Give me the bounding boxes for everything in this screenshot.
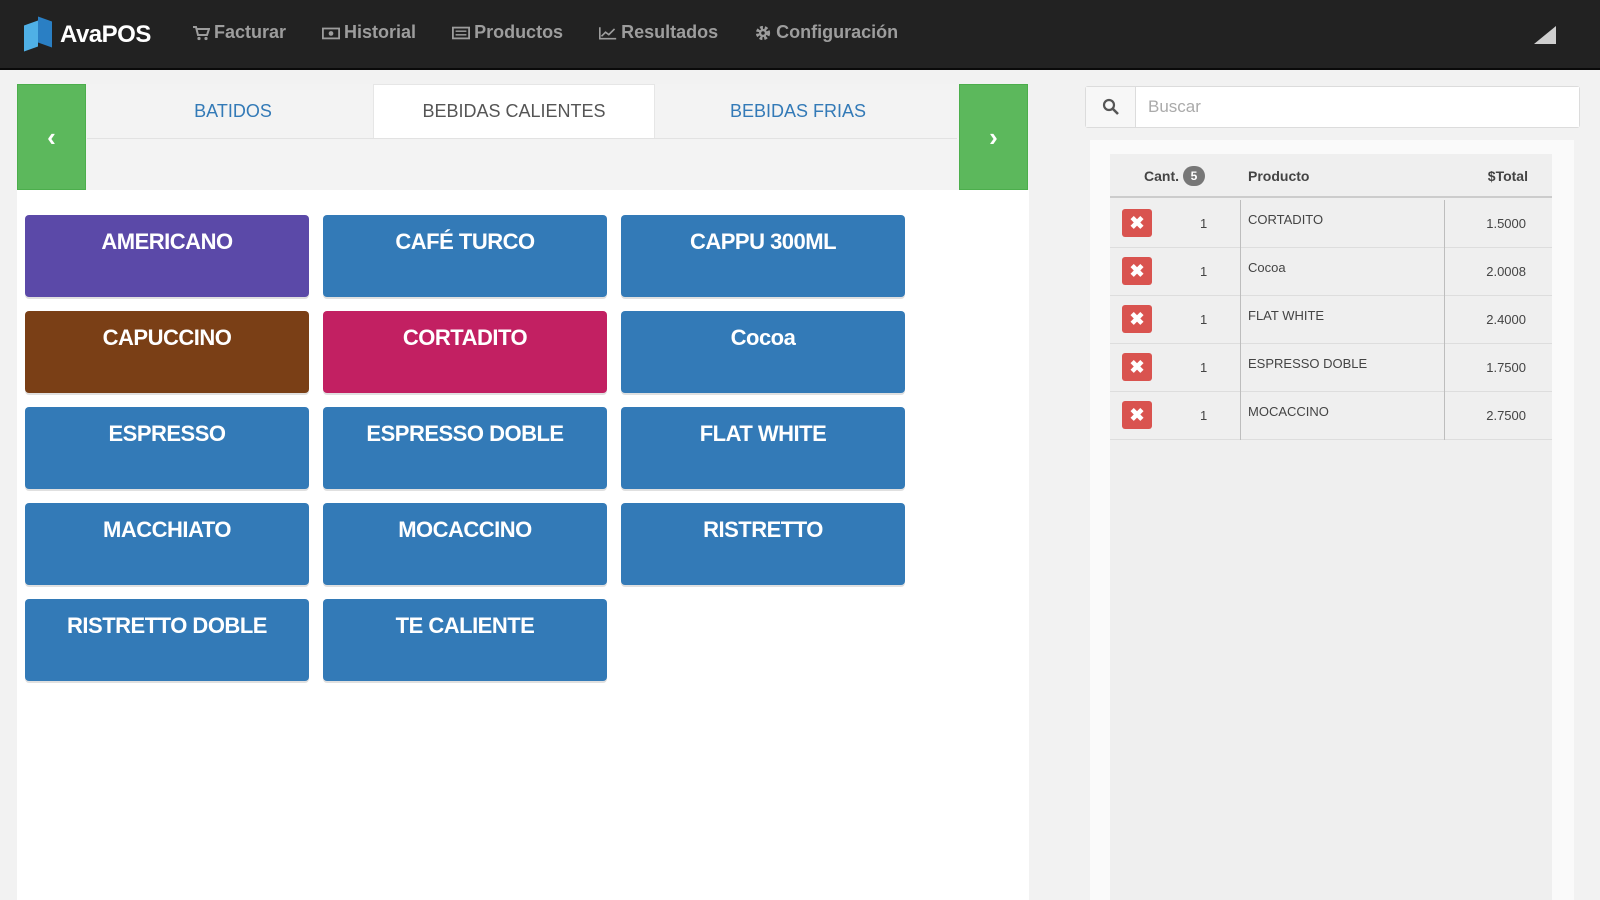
- product-button[interactable]: ESPRESSO DOBLE: [323, 407, 607, 489]
- tabs-divider: [87, 138, 957, 139]
- product-button[interactable]: CAPPU 300ML: [621, 215, 905, 297]
- brand-logo-icon: [24, 16, 54, 52]
- cart-panel: Cant. 5 Producto $Total ✖ 1 CORTADITO 1.500…: [1090, 140, 1574, 900]
- column-divider: [1444, 200, 1445, 248]
- row-total: 1.7500: [1486, 360, 1526, 375]
- product-button[interactable]: AMERICANO: [25, 215, 309, 297]
- row-product: CORTADITO: [1248, 212, 1324, 227]
- row-qty: 1: [1200, 312, 1208, 327]
- product-button[interactable]: RISTRETTO DOBLE: [25, 599, 309, 681]
- money-icon: [322, 27, 341, 39]
- search-box: [1085, 86, 1580, 128]
- cart-row: ✖ 1 MOCACCINO 2.7500: [1110, 392, 1552, 440]
- top-navbar: AvaPOS Facturar Historial Productos Resu…: [0, 0, 1600, 70]
- nav-item-productos[interactable]: Productos: [452, 22, 563, 43]
- cart-row: ✖ 1 FLAT WHITE 2.4000: [1110, 296, 1552, 344]
- close-icon: ✖: [1129, 260, 1145, 281]
- cart-header: Cant. 5 Producto $Total: [1110, 154, 1552, 198]
- next-category-button[interactable]: ›: [959, 84, 1028, 190]
- gear-icon: [755, 25, 771, 40]
- nav-item-historial[interactable]: Historial: [322, 22, 416, 43]
- nav-item-configuracion[interactable]: Configuración: [754, 22, 898, 43]
- product-button[interactable]: CORTADITO: [323, 311, 607, 393]
- product-panel: ‹ BATIDOS BEBIDAS CALIENTES BEBIDAS FRIA…: [17, 84, 1029, 900]
- signal-icon: [1534, 26, 1556, 44]
- column-divider: [1240, 248, 1241, 296]
- nav-item-facturar[interactable]: Facturar: [192, 22, 286, 43]
- cart-row: ✖ 1 Cocoa 2.0008: [1110, 248, 1552, 296]
- product-button[interactable]: RISTRETTO: [621, 503, 905, 585]
- product-button[interactable]: ESPRESSO: [25, 407, 309, 489]
- product-button[interactable]: CAPUCCINO: [25, 311, 309, 393]
- column-divider: [1240, 200, 1241, 248]
- close-icon: ✖: [1129, 308, 1145, 329]
- cart-table: Cant. 5 Producto $Total ✖ 1 CORTADITO 1.500…: [1110, 154, 1552, 900]
- nav-item-label: Productos: [474, 22, 564, 42]
- product-button[interactable]: FLAT WHITE: [621, 407, 905, 489]
- column-divider: [1444, 296, 1445, 344]
- header-total: $Total: [1487, 168, 1528, 184]
- cart-row: ✖ 1 ESPRESSO DOBLE 1.7500: [1110, 344, 1552, 392]
- brand-name: AvaPOS: [60, 21, 151, 48]
- list-icon: [452, 26, 471, 39]
- search-input[interactable]: [1136, 87, 1579, 127]
- column-divider: [1240, 296, 1241, 344]
- row-product: ESPRESSO DOBLE: [1248, 356, 1368, 371]
- row-qty: 1: [1200, 216, 1208, 231]
- nav-item-label: Configuración: [776, 22, 899, 42]
- product-grid: AMERICANO CAFÉ TURCO CAPPU 300ML CAPUCCINO C…: [25, 215, 915, 681]
- nav-menu: Facturar Historial Productos Resultados …: [192, 22, 898, 43]
- search-addon[interactable]: [1086, 87, 1136, 127]
- column-divider: [1240, 344, 1241, 392]
- column-divider: [1444, 392, 1445, 440]
- item-count-badge: 5: [1183, 166, 1205, 186]
- search-icon: [1102, 98, 1119, 115]
- tab-bebidas-frias[interactable]: BEBIDAS FRIAS: [657, 84, 939, 138]
- prev-category-button[interactable]: ‹: [17, 84, 86, 190]
- product-button[interactable]: Cocoa: [621, 311, 905, 393]
- row-product: FLAT WHITE: [1248, 308, 1325, 323]
- tab-bebidas-calientes[interactable]: BEBIDAS CALIENTES: [373, 84, 655, 138]
- product-button[interactable]: MACCHIATO: [25, 503, 309, 585]
- product-button[interactable]: MOCACCINO: [323, 503, 607, 585]
- remove-item-button[interactable]: ✖: [1122, 209, 1152, 237]
- row-qty: 1: [1200, 264, 1208, 279]
- nav-item-label: Resultados: [621, 22, 719, 42]
- header-product: Producto: [1248, 168, 1310, 184]
- remove-item-button[interactable]: ✖: [1122, 257, 1152, 285]
- line-chart-icon: [599, 26, 617, 40]
- row-qty: 1: [1200, 360, 1208, 375]
- product-button[interactable]: CAFÉ TURCO: [323, 215, 607, 297]
- row-total: 2.7500: [1486, 408, 1526, 423]
- close-icon: ✖: [1129, 212, 1145, 233]
- category-tabs: ‹ BATIDOS BEBIDAS CALIENTES BEBIDAS FRIA…: [17, 84, 1029, 190]
- close-icon: ✖: [1129, 404, 1145, 425]
- header-qty-label: Cant.: [1144, 168, 1179, 184]
- column-divider: [1240, 392, 1241, 440]
- row-total: 2.4000: [1486, 312, 1526, 327]
- row-qty: 1: [1200, 408, 1208, 423]
- header-qty: Cant. 5: [1144, 166, 1205, 186]
- row-product: MOCACCINO: [1248, 404, 1329, 419]
- tab-batidos[interactable]: BATIDOS: [93, 84, 373, 138]
- remove-item-button[interactable]: ✖: [1122, 401, 1152, 429]
- nav-item-resultados[interactable]: Resultados: [599, 22, 718, 43]
- row-total: 2.0008: [1486, 264, 1526, 279]
- column-divider: [1444, 344, 1445, 392]
- brand[interactable]: AvaPOS: [24, 16, 151, 54]
- cart-icon: [193, 25, 210, 40]
- nav-item-label: Historial: [344, 22, 417, 42]
- nav-item-label: Facturar: [214, 22, 287, 42]
- remove-item-button[interactable]: ✖: [1122, 353, 1152, 381]
- close-icon: ✖: [1129, 356, 1145, 377]
- cart-row: ✖ 1 CORTADITO 1.5000: [1110, 200, 1552, 248]
- column-divider: [1444, 248, 1445, 296]
- row-product: Cocoa: [1248, 260, 1286, 275]
- row-total: 1.5000: [1486, 216, 1526, 231]
- product-button[interactable]: TE CALIENTE: [323, 599, 607, 681]
- remove-item-button[interactable]: ✖: [1122, 305, 1152, 333]
